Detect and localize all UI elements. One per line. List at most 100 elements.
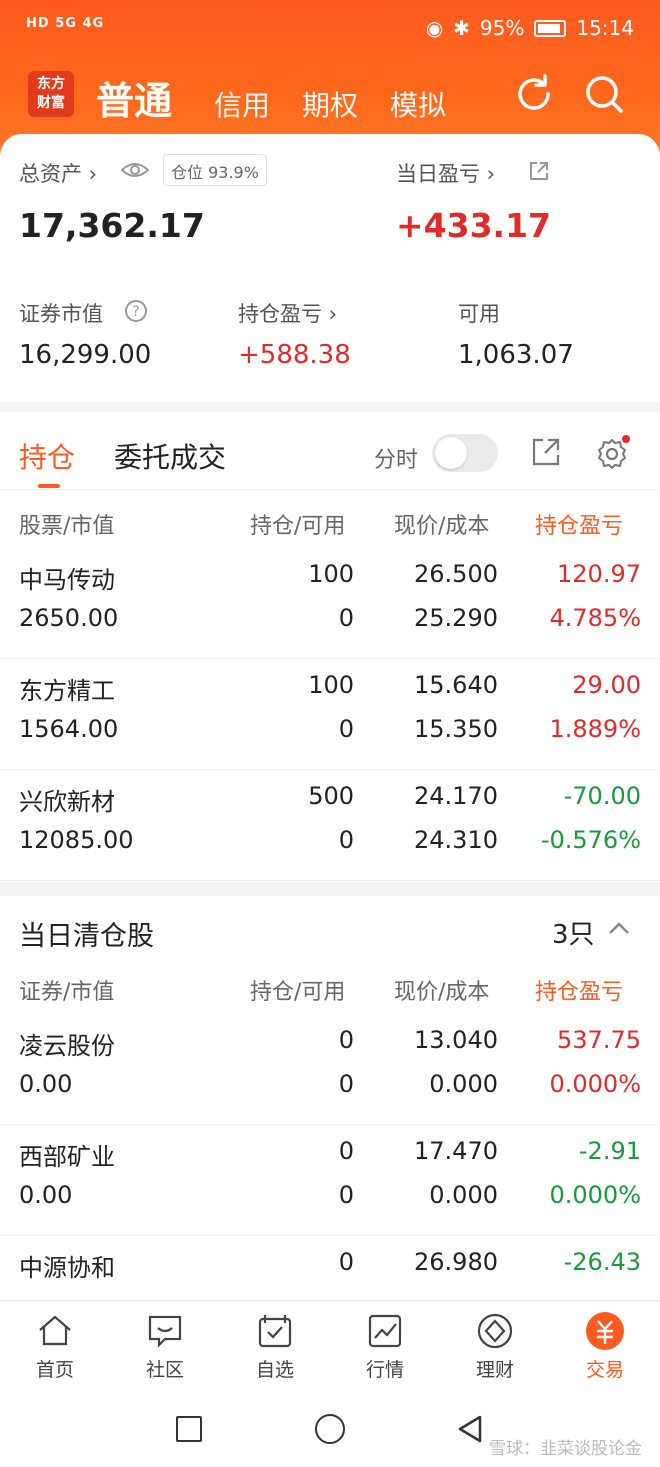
market-value-label: 证券市值 bbox=[19, 302, 103, 326]
positions-tabs: 持仓 委托成交 分时 bbox=[0, 412, 660, 490]
search-icon[interactable] bbox=[582, 72, 626, 116]
asset-summary: 总资产 › 仓位 93.9% 当日盈亏 › 17,362.17 +433.17 … bbox=[0, 134, 660, 402]
holding-qty: 100 bbox=[308, 671, 354, 699]
cleared-header-price: 现价/成本 bbox=[394, 980, 490, 1005]
current-price: 17.470 bbox=[414, 1137, 498, 1165]
home-icon bbox=[39, 1315, 71, 1346]
cost-price: 25.290 bbox=[414, 604, 498, 632]
tab-normal[interactable]: 普通 bbox=[96, 70, 172, 125]
nav-market-label: 行情 bbox=[365, 1359, 404, 1381]
recents-button[interactable] bbox=[176, 1416, 202, 1442]
available-value: 1,063.07 bbox=[458, 340, 574, 370]
cleared-panel: 当日清仓股 3只 证券/市值 持仓/可用 现价/成本 持仓盈亏 凌云股份 0.00… bbox=[0, 896, 660, 1347]
settings-gear-icon[interactable] bbox=[594, 434, 632, 472]
holding-qty: 100 bbox=[308, 560, 354, 588]
nav-wealth[interactable]: 理财 bbox=[455, 1311, 535, 1382]
tab-orders[interactable]: 委托成交 bbox=[114, 436, 226, 476]
cleared-header-holding: 持仓/可用 bbox=[250, 980, 346, 1005]
available-label: 可用 bbox=[458, 302, 500, 326]
table-row[interactable]: 西部矿业 0.00 0 0 17.470 0.000 -2.91 0.000% bbox=[0, 1125, 660, 1236]
position-ratio-pill: 仓位 93.9% bbox=[163, 154, 267, 186]
pnl-percent: -0.576% bbox=[540, 826, 641, 854]
trade-icon bbox=[586, 1312, 624, 1350]
table-row[interactable]: 凌云股份 0.00 0 0 13.040 0.000 537.75 0.000% bbox=[0, 1014, 660, 1125]
wealth-icon bbox=[477, 1313, 513, 1349]
market-value: 2650.00 bbox=[19, 604, 119, 632]
nav-home[interactable]: 首页 bbox=[15, 1311, 95, 1382]
header-stock: 股票/市值 bbox=[19, 514, 115, 539]
tab-credit[interactable]: 信用 bbox=[214, 84, 270, 124]
available-qty: 0 bbox=[338, 826, 354, 854]
tab-holdings[interactable]: 持仓 bbox=[19, 436, 75, 476]
battery-icon bbox=[534, 19, 567, 37]
pnl-percent: 0.000% bbox=[549, 1181, 641, 1209]
bluetooth-icon: ✱ bbox=[453, 16, 470, 40]
stock-name: 兴欣新材 bbox=[19, 788, 115, 816]
cleared-count[interactable]: 3只 bbox=[552, 914, 595, 951]
help-icon[interactable]: ? bbox=[124, 299, 148, 323]
cleared-header-pnl[interactable]: 持仓盈亏 bbox=[535, 974, 623, 1006]
available-qty: 0 bbox=[338, 1181, 354, 1209]
refresh-icon[interactable] bbox=[512, 72, 556, 116]
battery-percent: 95% bbox=[479, 16, 525, 40]
eye-toggle-icon[interactable] bbox=[120, 160, 150, 180]
daily-pnl-value: +433.17 bbox=[396, 206, 551, 245]
holding-qty: 500 bbox=[308, 782, 354, 810]
chevron-up-icon[interactable] bbox=[608, 920, 630, 936]
current-price: 24.170 bbox=[414, 782, 498, 810]
holding-pnl-label[interactable]: 持仓盈亏 › bbox=[238, 298, 337, 328]
nav-watchlist-label: 自选 bbox=[255, 1359, 294, 1381]
pnl-amount: -70.00 bbox=[563, 782, 641, 810]
table-row[interactable]: 东方精工 1564.00 100 0 15.640 15.350 29.00 1.889% bbox=[0, 659, 660, 770]
header-pnl[interactable]: 持仓盈亏 bbox=[535, 508, 623, 540]
clock: 15:14 bbox=[576, 16, 634, 40]
market-value: 0.00 bbox=[19, 1181, 73, 1209]
header-price: 现价/成本 bbox=[394, 514, 490, 539]
status-right: ◉ ✱ 95% 15:14 bbox=[426, 16, 634, 40]
watchlist-icon bbox=[258, 1315, 292, 1348]
status-bar: HD 5G 4G ◉ ✱ 95% 15:14 bbox=[0, 0, 660, 60]
eye-icon: ◉ bbox=[425, 16, 444, 40]
nav-community[interactable]: 社区 bbox=[125, 1311, 205, 1382]
total-assets-value: 17,362.17 bbox=[19, 206, 205, 245]
holding-qty: 0 bbox=[338, 1026, 354, 1054]
network-indicator: HD 5G 4G bbox=[26, 16, 105, 31]
cost-price: 0.000 bbox=[429, 1181, 498, 1209]
chart-icon bbox=[368, 1314, 402, 1348]
positions-panel: 持仓 委托成交 分时 股票/市值 持仓/可用 现价/成本 持仓盈亏 中马传动 26… bbox=[0, 412, 660, 882]
time-share-toggle[interactable] bbox=[432, 434, 498, 472]
total-assets-label[interactable]: 总资产 › bbox=[19, 158, 97, 188]
pnl-percent: 4.785% bbox=[549, 604, 641, 632]
market-value: 12085.00 bbox=[19, 826, 134, 854]
home-button[interactable] bbox=[315, 1414, 345, 1444]
svg-text:?: ? bbox=[132, 304, 139, 320]
daily-pnl-label[interactable]: 当日盈亏 › bbox=[396, 158, 495, 188]
bottom-nav: 首页 社区 自选 行情 理财 交易 bbox=[0, 1300, 660, 1396]
current-price: 13.040 bbox=[414, 1026, 498, 1054]
nav-trade[interactable]: 交易 bbox=[565, 1311, 645, 1382]
market-value: 16,299.00 bbox=[19, 340, 152, 370]
top-nav: 东方 财富 普通 信用 期权 模拟 bbox=[0, 64, 660, 128]
back-button[interactable] bbox=[456, 1414, 484, 1444]
external-link-icon[interactable] bbox=[530, 436, 562, 468]
header-holding: 持仓/可用 bbox=[250, 514, 346, 539]
nav-watchlist[interactable]: 自选 bbox=[235, 1311, 315, 1382]
nav-community-label: 社区 bbox=[145, 1359, 184, 1381]
pnl-percent: 0.000% bbox=[549, 1070, 641, 1098]
available-qty: 0 bbox=[338, 604, 354, 632]
current-price: 26.500 bbox=[414, 560, 498, 588]
tab-simulated[interactable]: 模拟 bbox=[390, 84, 446, 124]
stock-name: 东方精工 bbox=[19, 677, 115, 705]
holding-qty: 0 bbox=[338, 1248, 354, 1276]
available-qty: 0 bbox=[338, 715, 354, 743]
time-share-label: 分时 bbox=[374, 448, 419, 473]
table-row[interactable]: 中马传动 2650.00 100 0 26.500 25.290 120.97 4.785% bbox=[0, 548, 660, 659]
table-row[interactable]: 兴欣新材 12085.00 500 0 24.170 24.310 -70.00 -0.576… bbox=[0, 770, 660, 881]
nav-market[interactable]: 行情 bbox=[345, 1311, 425, 1382]
holding-pnl-value: +588.38 bbox=[238, 340, 351, 370]
available-qty: 0 bbox=[338, 1070, 354, 1098]
share-icon[interactable] bbox=[528, 160, 550, 182]
cost-price: 0.000 bbox=[429, 1070, 498, 1098]
system-nav-bar: 雪球：韭菜谈股论金 bbox=[0, 1396, 660, 1467]
tab-options[interactable]: 期权 bbox=[302, 84, 358, 124]
